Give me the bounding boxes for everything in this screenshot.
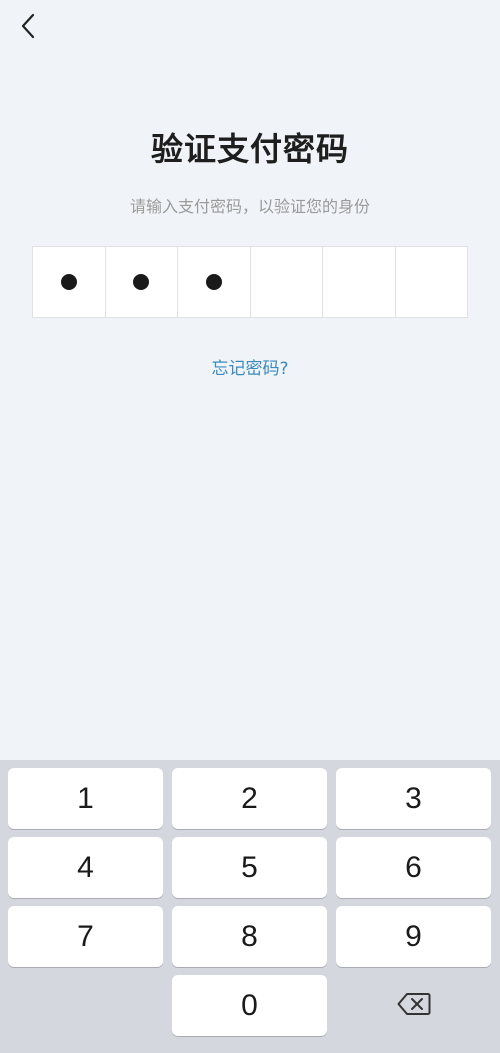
page-subtitle: 请输入支付密码，以验证您的身份	[129, 197, 370, 216]
pin-box	[178, 247, 251, 317]
pin-dot-filled	[60, 274, 77, 290]
key-3[interactable]: 3	[336, 768, 491, 829]
key-2[interactable]: 2	[172, 768, 327, 829]
key-1[interactable]: 1	[8, 768, 163, 829]
pin-dot-filled	[205, 274, 222, 290]
key-4[interactable]: 4	[8, 837, 163, 898]
page-title: 验证支付密码	[150, 130, 349, 168]
key-0[interactable]: 0	[172, 975, 327, 1036]
key-9[interactable]: 9	[336, 906, 491, 967]
pin-dot-filled	[133, 274, 150, 290]
pin-box	[323, 247, 396, 317]
backspace-button[interactable]	[336, 975, 491, 1036]
pin-input[interactable]	[32, 246, 468, 318]
key-7[interactable]: 7	[8, 906, 163, 967]
key-6[interactable]: 6	[336, 837, 491, 898]
pin-box	[33, 247, 106, 317]
key-5[interactable]: 5	[172, 837, 327, 898]
numeric-keypad: 1 2 3 4 5 6 7 8 9 0	[0, 760, 500, 1053]
pin-box	[106, 247, 178, 317]
backspace-icon	[397, 992, 431, 1020]
key-8[interactable]: 8	[172, 906, 327, 967]
pin-box	[251, 247, 323, 317]
chevron-left-icon	[20, 13, 36, 43]
pin-box	[396, 247, 468, 317]
back-button[interactable]	[10, 10, 46, 46]
forgot-password-link[interactable]: 忘记密码?	[0, 354, 500, 379]
